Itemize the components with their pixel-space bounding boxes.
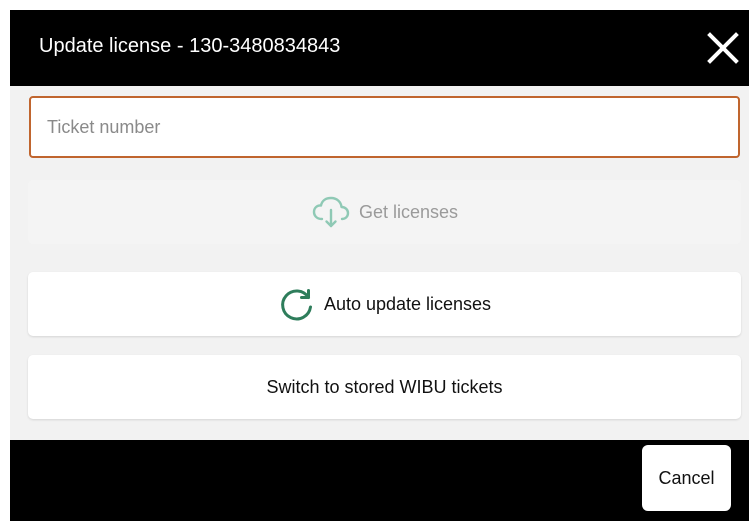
get-licenses-label: Get licenses	[358, 201, 459, 222]
switch-to-stored-tickets-label: Switch to stored WIBU tickets	[266, 376, 503, 397]
ticket-number-input[interactable]	[29, 96, 740, 158]
close-icon	[707, 32, 739, 64]
auto-update-licenses-button[interactable]: Auto update licenses	[28, 272, 741, 336]
dialog-titlebar: Update license - 130-3480834843	[10, 10, 749, 86]
cloud-download-icon	[311, 195, 351, 229]
cancel-button[interactable]: Cancel	[642, 445, 731, 511]
auto-update-licenses-label: Auto update licenses	[323, 293, 492, 314]
dialog-body: Get licenses Auto update licenses Switch…	[10, 86, 749, 440]
switch-to-stored-tickets-button[interactable]: Switch to stored WIBU tickets	[28, 355, 741, 419]
refresh-icon	[278, 285, 316, 323]
close-button[interactable]	[703, 28, 743, 68]
update-license-dialog: Update license - 130-3480834843 Get lice…	[10, 10, 749, 521]
dialog-title: Update license - 130-3480834843	[39, 35, 341, 57]
get-licenses-button[interactable]: Get licenses	[28, 180, 741, 244]
dialog-footer: Cancel	[10, 440, 749, 521]
